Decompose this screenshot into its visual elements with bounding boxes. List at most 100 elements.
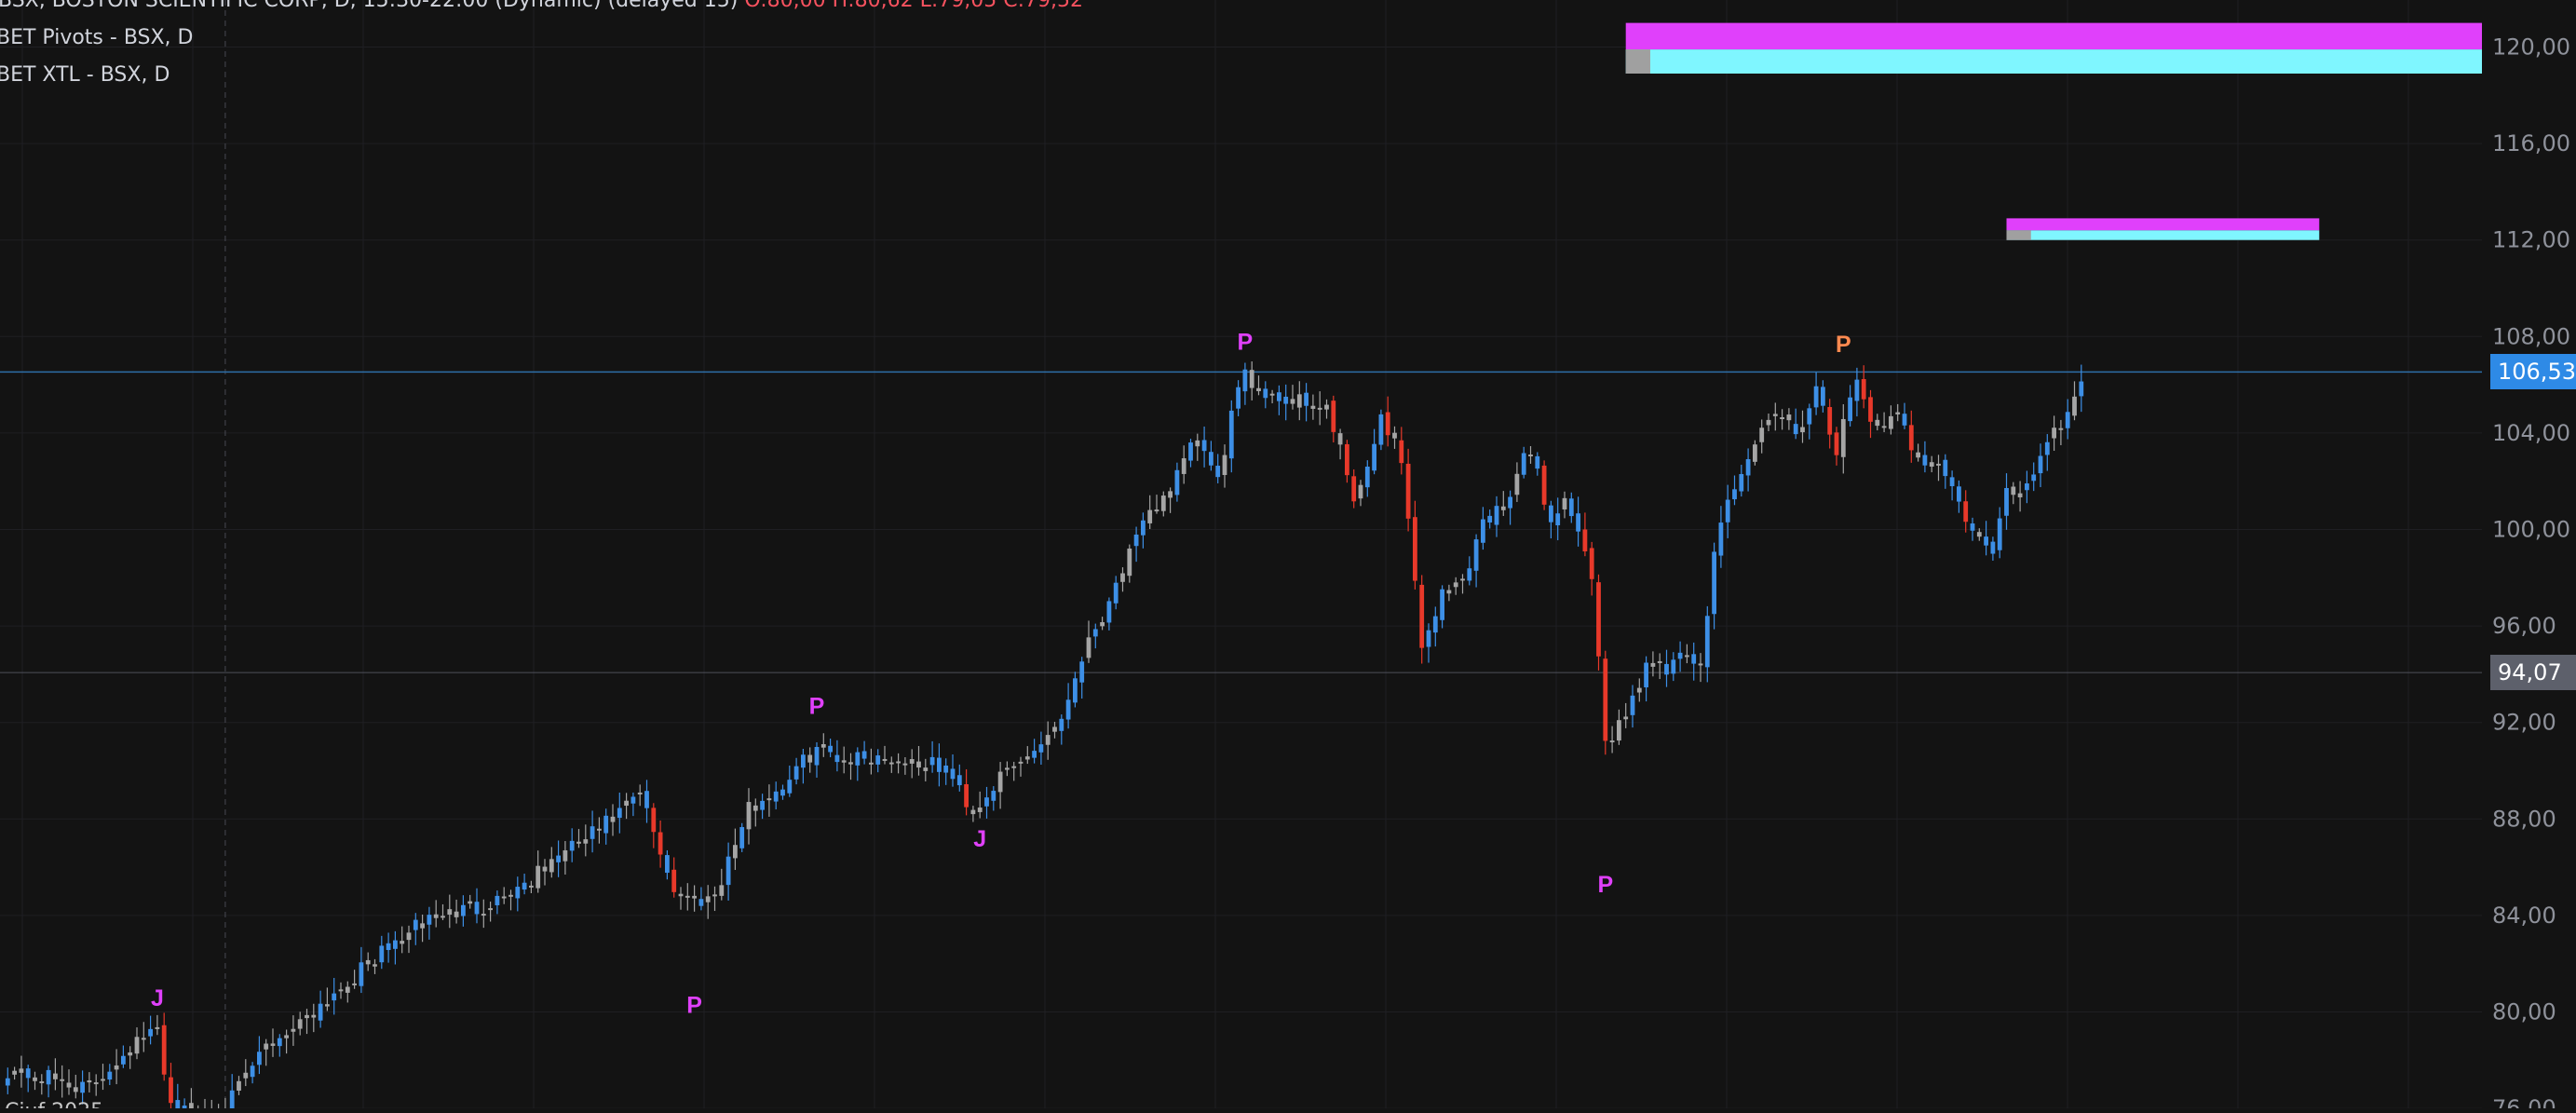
axis-tick-label: 92,00 xyxy=(2492,710,2556,736)
candle-body xyxy=(1943,459,1948,477)
axis-tick-label: 104,00 xyxy=(2492,420,2570,446)
candle-body xyxy=(1644,662,1648,687)
price-axis[interactable] xyxy=(2482,0,2576,1108)
candle-body xyxy=(1834,432,1839,455)
candle-body xyxy=(311,1014,317,1018)
zone-band-upper xyxy=(2006,218,2320,231)
candle-body xyxy=(1174,469,1180,495)
candle-body xyxy=(752,805,758,811)
candle-body xyxy=(1861,379,1866,400)
candle-body xyxy=(637,792,643,794)
candle-body xyxy=(1725,499,1730,523)
candle-body xyxy=(746,802,752,830)
candle-body xyxy=(1345,443,1349,476)
candle-body xyxy=(801,754,806,768)
zone-marker xyxy=(2006,230,2031,240)
candle-body xyxy=(1772,414,1778,416)
candle-body xyxy=(630,796,636,804)
indicator-legend-pivots[interactable]: BET Pivots - BSX, D xyxy=(0,20,1083,57)
candle-body xyxy=(1685,655,1689,658)
candle-body xyxy=(2058,428,2064,430)
candle-body xyxy=(1024,756,1030,760)
candle-body xyxy=(73,1087,78,1093)
candle-body xyxy=(536,865,541,889)
candle-body xyxy=(624,800,629,807)
candle-body xyxy=(53,1073,58,1079)
candle-body xyxy=(861,751,867,759)
candle-body xyxy=(2072,396,2077,416)
candle-body xyxy=(297,1019,303,1029)
candle-body xyxy=(698,899,704,906)
candle-body xyxy=(1236,387,1241,409)
candle-body xyxy=(1759,428,1765,442)
candle-body xyxy=(468,901,473,904)
candle-body xyxy=(896,761,901,764)
candle-body xyxy=(950,768,956,780)
candle-body xyxy=(1780,417,1784,420)
pivot-label: J xyxy=(973,826,986,852)
pivot-label: P xyxy=(686,993,702,1019)
candle-body xyxy=(1712,551,1716,615)
candle-body xyxy=(1500,506,1506,510)
indicator-legend-xtl[interactable]: BET XTL - BSX, D xyxy=(0,57,1083,94)
candle-body xyxy=(1875,419,1880,427)
candle-body xyxy=(1351,476,1357,502)
candle-body xyxy=(1249,370,1254,388)
candle-body xyxy=(1704,616,1710,668)
candle-body xyxy=(400,941,405,944)
candle-body xyxy=(1209,452,1213,466)
candle-body xyxy=(134,1037,140,1054)
price-chart[interactable]: J P P J P P P 120,00 116,00 112,00 108,00 104,00 100… xyxy=(0,0,2576,1113)
candle-body xyxy=(956,775,962,786)
candle-body xyxy=(1222,455,1227,476)
candle-body xyxy=(175,1100,181,1113)
candle-body xyxy=(1664,663,1669,675)
candle-body xyxy=(1922,455,1928,466)
candle-body xyxy=(1460,578,1465,581)
indicator-label: BET XTL - BSX, D xyxy=(0,63,170,87)
candle-body xyxy=(1848,397,1852,422)
candle-body xyxy=(2079,381,2084,397)
candle-body xyxy=(937,757,942,772)
candle-body xyxy=(1188,442,1193,461)
candle-body xyxy=(569,840,575,851)
candle-body xyxy=(33,1077,37,1081)
candle-body xyxy=(773,791,779,802)
candle-body xyxy=(257,1052,262,1065)
candle-body xyxy=(1269,393,1275,396)
candle-body xyxy=(80,1081,85,1093)
candle-body xyxy=(413,919,418,930)
candle-body xyxy=(420,923,425,929)
zone-marker xyxy=(1625,49,1650,74)
candle-body xyxy=(101,1079,105,1081)
candle-body xyxy=(243,1072,249,1079)
candle-body xyxy=(855,752,861,766)
candle-body xyxy=(1568,498,1574,517)
candle-body xyxy=(882,758,888,761)
candle-body xyxy=(1617,720,1621,741)
candle-body xyxy=(1310,405,1316,409)
candle-body xyxy=(433,914,439,918)
candle-body xyxy=(1576,513,1580,532)
candle-body xyxy=(2025,483,2029,491)
chart-area[interactable]: J P P J P P P 120,00 116,00 112,00 108,00 104,00 100… xyxy=(0,0,2576,1113)
candle-body xyxy=(1120,573,1125,582)
candle-body xyxy=(87,1079,92,1083)
candle-body xyxy=(1201,440,1207,452)
candle-body xyxy=(1446,590,1452,594)
bottom-left-label: Ciuf 2025 xyxy=(5,1100,103,1108)
symbol-legend-row[interactable]: BSX, BOSTON SCIENTIFIC CORP, D, 15:30-22… xyxy=(0,0,1083,20)
candle-body xyxy=(1324,404,1329,410)
candle-body xyxy=(1766,419,1771,426)
candle-body xyxy=(338,989,344,992)
candle-body xyxy=(66,1082,72,1088)
candle-body xyxy=(1739,473,1744,492)
candle-body xyxy=(977,808,983,812)
candle-body xyxy=(386,943,391,950)
candle-body xyxy=(1405,463,1411,519)
candle-body xyxy=(1168,491,1173,498)
candle-body xyxy=(1889,415,1893,429)
axis-tick-label: 88,00 xyxy=(2492,806,2556,832)
candle-body xyxy=(929,756,935,766)
candle-body xyxy=(1392,432,1397,439)
